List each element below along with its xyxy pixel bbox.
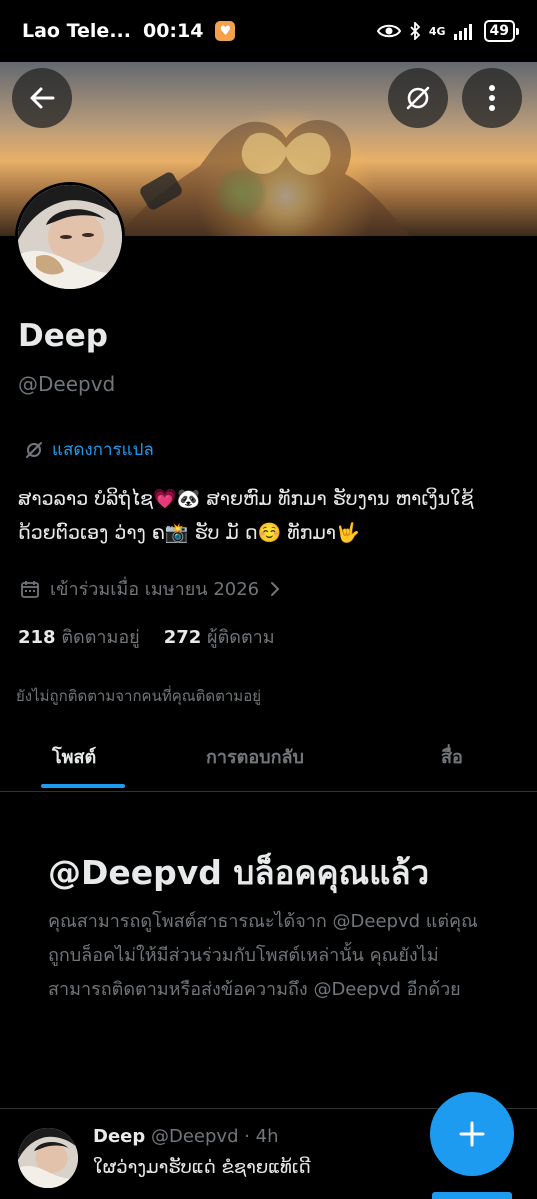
tab-posts[interactable]: โพสต์ [52,742,96,771]
back-button[interactable] [12,68,72,128]
joined-date-row[interactable]: เข้าร่วมเมื่อ เมษายน 2026 [20,574,281,603]
following-stat[interactable]: 218 ติดตามอยู่ [18,622,140,651]
post-header: Deep @Deepvd · 4h [93,1126,279,1147]
back-arrow-icon [30,87,55,109]
tab-media[interactable]: สื่อ [441,742,463,771]
joined-date: เข้าร่วมเมื่อ เมษายน 2026 [50,579,260,600]
translate-label: แสดงการแปล [52,440,154,460]
notification-heart-icon: ♥ [215,21,236,41]
follow-stats: 218 ติดตามอยู่ 272 ผู้ติดตาม [18,622,275,651]
bluetooth-icon [410,22,421,40]
more-options-button[interactable] [462,68,522,128]
profile-name: Deep [18,318,108,354]
following-count: 218 [18,627,56,648]
profile-tabs: โพสต์ การตอบกลับ สื่อ [0,728,537,792]
not-followed-notice: ยังไม่ถูกติดตามจากคนที่คุณติดตามอยู่ [16,687,261,705]
profile-bio: ສາວລາວ ບໍລິຖໍໄຊ💗🐼 ສາຍຫົມ ທັກມາ ຮັບງານ ຫາ… [18,482,523,550]
followers-count: 272 [163,627,202,648]
bio-line-1: ສາວລາວ ບໍລິຖໍໄຊ💗🐼 ສາຍຫົມ ທັກມາ ຮັບງານ ຫາ… [18,488,474,510]
following-label: ติดตามอยู่ [61,627,140,648]
calendar-icon [21,580,39,598]
status-bar: Lao Tele... 00:14 ♥ 4G 49 [0,0,537,62]
bottom-button-edge [432,1192,512,1199]
blocked-title: @Deepvd บล็อคคุณแล้ว [48,853,430,892]
carrier-label: Lao Tele... [22,20,131,42]
post-meta: @Deepvd · 4h [150,1126,279,1147]
battery-indicator: 49 [483,20,520,42]
bio-line-2: ດ້ວຍຕົວເອງ ວ່າງ ຄ📸 ຮັບ ມັ ດ☺️ ທັກມາ🤟 [18,522,360,544]
profile-screen: Lao Tele... 00:14 ♥ 4G 49 Deep @Deepvd แ… [0,0,537,1199]
followers-label: ผู้ติดตาม [207,627,275,648]
blocked-description: คุณสามารถดูโพสต์สาธารณะได้จาก @Deepvd แต… [48,911,478,1000]
show-translation-link[interactable]: แสดงการแปล [24,436,154,463]
eye-icon [376,24,401,38]
translate-icon [406,86,430,110]
followers-stat[interactable]: 272 ผู้ติดตาม [164,622,275,651]
signal-icon [453,24,472,40]
network-type: 4G [428,24,446,38]
post-avatar[interactable] [18,1128,78,1188]
translate-button[interactable] [388,68,448,128]
translate-small-icon [26,441,42,458]
clock: 00:14 [142,20,204,42]
post-text[interactable]: ໃຜວ່າງມາຮັບແດ່ ຂໍຊາຍແທ້ເດີ [93,1157,311,1178]
profile-handle: @Deepvd [18,372,116,396]
tab-replies[interactable]: การตอบกลับ [206,742,304,771]
chevron-right-icon [271,581,280,596]
more-vertical-icon [489,85,495,111]
profile-avatar[interactable] [15,182,125,292]
post-avatar-photo [18,1128,78,1188]
compose-button[interactable] [430,1092,514,1176]
plus-icon [459,1121,485,1147]
avatar-photo [18,185,122,289]
post-author-name[interactable]: Deep [93,1126,145,1147]
active-tab-indicator [41,784,125,788]
